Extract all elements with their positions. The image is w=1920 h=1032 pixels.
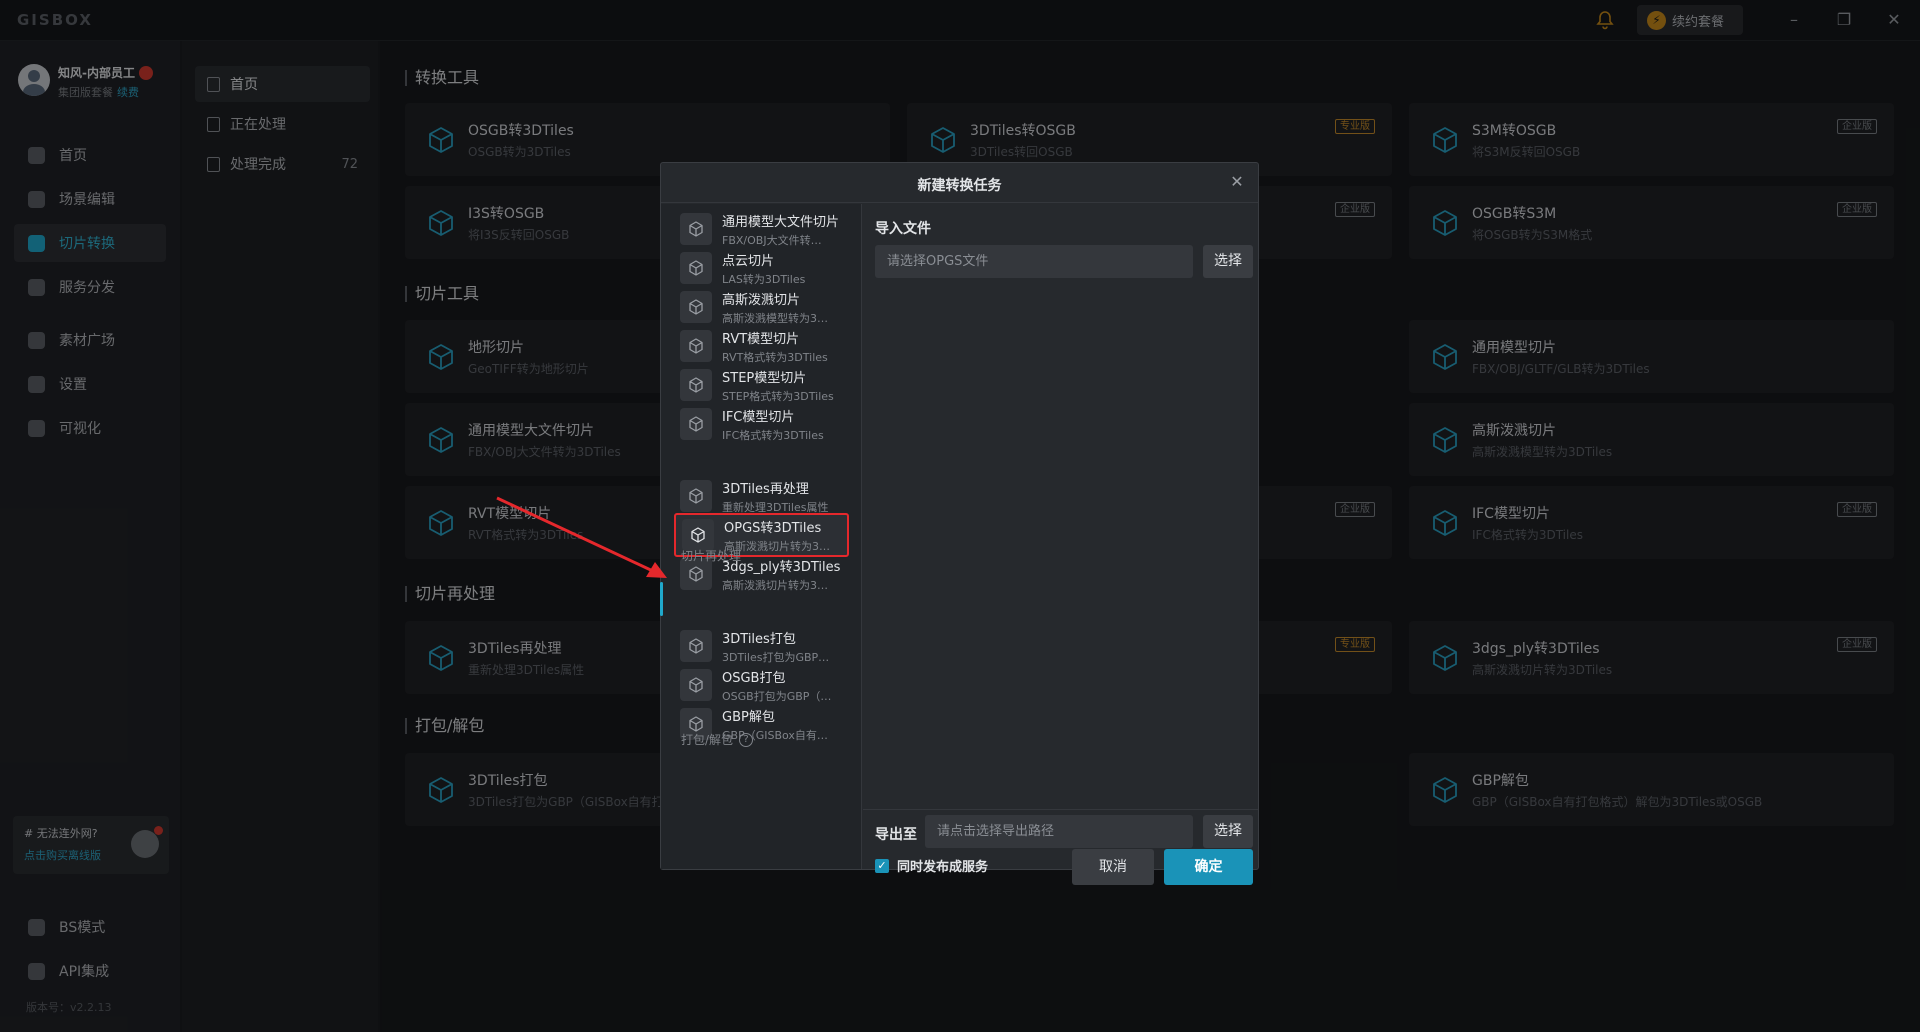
annotation-arrow xyxy=(496,496,667,578)
